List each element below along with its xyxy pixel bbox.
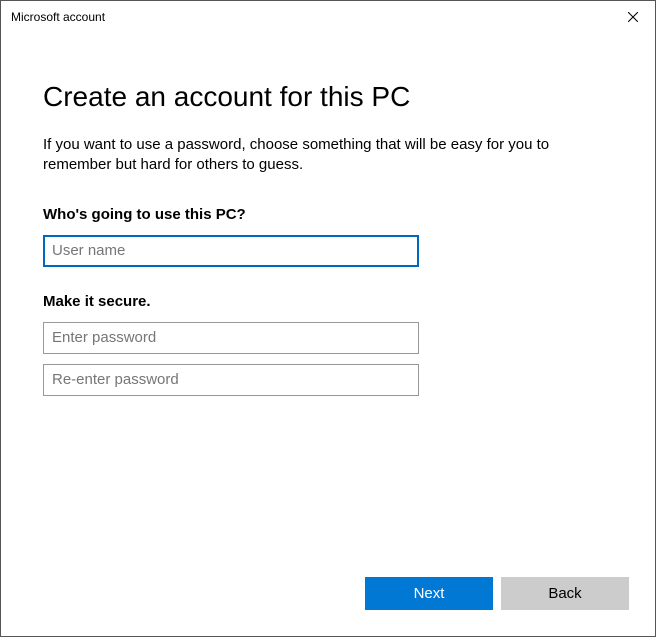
password-confirm-input[interactable] (43, 364, 419, 396)
page-subtitle: If you want to use a password, choose so… (43, 135, 613, 176)
page-title: Create an account for this PC (43, 81, 613, 113)
window-title: Microsoft account (11, 10, 105, 24)
password-input[interactable] (43, 322, 419, 354)
close-button[interactable] (610, 1, 655, 33)
next-button[interactable]: Next (365, 577, 493, 610)
titlebar: Microsoft account (1, 1, 655, 33)
secure-section-label: Make it secure. (43, 293, 613, 310)
footer: Next Back (1, 577, 655, 636)
content-area: Create an account for this PC If you wan… (1, 33, 655, 577)
username-input[interactable] (43, 235, 419, 267)
back-button[interactable]: Back (501, 577, 629, 610)
close-icon (628, 9, 638, 25)
user-section-label: Who's going to use this PC? (43, 206, 613, 223)
